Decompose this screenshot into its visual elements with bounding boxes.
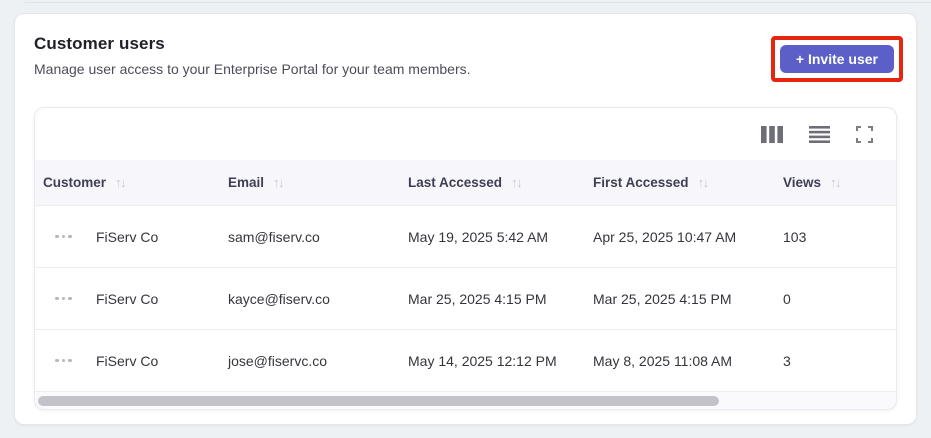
column-header-views[interactable]: Views ↑↓	[775, 175, 896, 190]
columns-icon[interactable]	[761, 125, 783, 143]
email-cell: kayce@fiserv.co	[228, 290, 330, 307]
customer-cell: FiServ Co	[35, 353, 220, 369]
page-subtitle: Manage user access to your Enterprise Po…	[34, 61, 471, 77]
table-header-row: Customer ↑↓ Email ↑↓ Last Accessed ↑↓ Fi…	[35, 160, 896, 205]
page-title: Customer users	[34, 34, 165, 53]
customer-name: FiServ Co	[96, 228, 159, 245]
last-accessed-cell: May 14, 2025 12:12 PM	[408, 352, 557, 369]
last-accessed-cell: Mar 25, 2025 4:15 PM	[408, 290, 547, 307]
row-actions-icon[interactable]	[55, 358, 79, 363]
density-icon[interactable]	[809, 125, 830, 143]
last-accessed-cell: May 19, 2025 5:42 AM	[408, 228, 549, 245]
views-cell: 3	[783, 352, 791, 369]
customer-name: FiServ Co	[96, 352, 159, 369]
users-table-card: Customer ↑↓ Email ↑↓ Last Accessed ↑↓ Fi…	[34, 107, 897, 410]
customer-name: FiServ Co	[96, 290, 159, 307]
table-row[interactable]: FiServ Co jose@fiservc.co May 14, 2025 1…	[35, 329, 896, 391]
annotation-highlight-box: + Invite user	[770, 36, 903, 82]
column-header-email[interactable]: Email ↑↓	[220, 175, 400, 190]
sort-icon[interactable]: ↑↓	[115, 175, 127, 190]
fullscreen-icon[interactable]	[856, 125, 873, 143]
top-divider	[25, 2, 931, 3]
sort-icon[interactable]: ↑↓	[830, 175, 842, 190]
email-cell: jose@fiservc.co	[228, 352, 328, 369]
first-accessed-cell: May 8, 2025 11:08 AM	[593, 352, 733, 369]
customer-users-panel: Customer users Manage user access to you…	[14, 13, 917, 425]
sort-icon[interactable]: ↑↓	[273, 175, 285, 190]
table-row[interactable]: FiServ Co kayce@fiserv.co Mar 25, 2025 4…	[35, 267, 896, 329]
email-cell: sam@fiserv.co	[228, 228, 320, 245]
sort-icon[interactable]: ↑↓	[511, 175, 523, 190]
first-accessed-cell: Apr 25, 2025 10:47 AM	[593, 228, 737, 245]
column-header-customer[interactable]: Customer ↑↓	[35, 175, 220, 190]
row-actions-icon[interactable]	[55, 296, 79, 301]
sort-icon[interactable]: ↑↓	[698, 175, 710, 190]
column-header-last-accessed[interactable]: Last Accessed ↑↓	[400, 175, 585, 190]
row-actions-icon[interactable]	[55, 234, 79, 239]
customer-cell: FiServ Co	[35, 291, 220, 307]
customer-cell: FiServ Co	[35, 229, 220, 245]
views-cell: 0	[783, 290, 791, 307]
table-toolbar	[35, 108, 896, 160]
scrollbar-thumb[interactable]	[38, 395, 719, 406]
horizontal-scrollbar[interactable]	[35, 391, 896, 409]
invite-user-button[interactable]: + Invite user	[779, 45, 894, 73]
views-cell: 103	[783, 228, 807, 245]
column-header-first-accessed[interactable]: First Accessed ↑↓	[585, 175, 775, 190]
table-row[interactable]: FiServ Co sam@fiserv.co May 19, 2025 5:4…	[35, 205, 896, 267]
panel-header: Customer users Manage user access to you…	[15, 14, 916, 94]
first-accessed-cell: Mar 25, 2025 4:15 PM	[593, 290, 732, 307]
heading-block: Customer users Manage user access to you…	[34, 34, 471, 77]
